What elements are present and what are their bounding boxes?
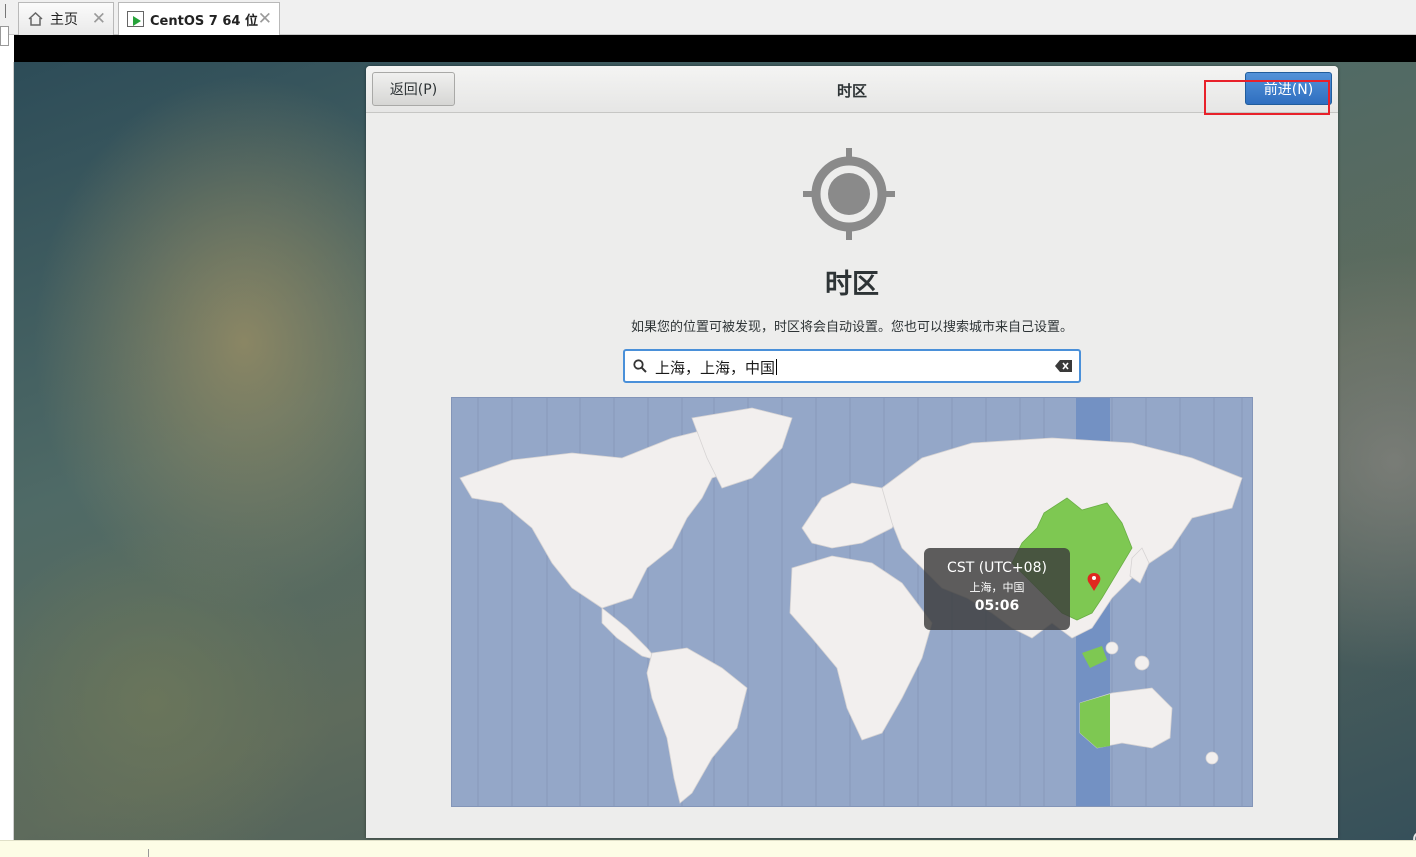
left-panel-edge: [0, 62, 14, 840]
clear-input-icon[interactable]: [1055, 359, 1073, 373]
world-map-graphic: [459, 398, 1243, 806]
location-target-icon: [803, 148, 895, 240]
search-icon: [633, 359, 647, 373]
page-heading: 时区: [825, 269, 879, 300]
close-icon[interactable]: ✕: [258, 9, 272, 29]
tab-home[interactable]: 主页 ✕: [18, 2, 114, 35]
tooltip-time: 05:06: [974, 598, 1020, 614]
sidebar-toggle[interactable]: [0, 0, 12, 50]
tooltip-city: 上海，中国: [969, 581, 1025, 594]
tab-vm-label: CentOS 7 64 位: [150, 13, 258, 29]
vm-black-bar: [14, 35, 1416, 62]
installer-window: 返回(P) 时区 前进(N) 时区 如果您的位置可被发现，时区将会自动设置。您也…: [366, 66, 1338, 838]
annotation-highlight-box: [1204, 80, 1330, 115]
vm-icon: [127, 11, 144, 27]
page-description: 如果您的位置可被发现，时区将会自动设置。您也可以搜索城市来自己设置。: [630, 320, 1073, 335]
close-icon[interactable]: ✕: [92, 9, 106, 29]
installer-header: 返回(P) 时区 前进(N): [366, 66, 1338, 113]
home-icon: [28, 11, 43, 26]
timezone-map[interactable]: CST (UTC+08) 上海，中国 05:06: [451, 397, 1253, 807]
vm-status-bar: [0, 840, 1416, 857]
search-value: 上海，上海，中国: [655, 359, 778, 377]
timezone-tooltip: CST (UTC+08) 上海，中国 05:06: [924, 548, 1070, 630]
tab-home-label: 主页: [50, 12, 78, 28]
city-search-input[interactable]: 上海，上海，中国: [623, 349, 1081, 383]
tab-centos-vm[interactable]: CentOS 7 64 位 ✕: [118, 2, 280, 35]
tooltip-zone: CST (UTC+08): [947, 560, 1047, 576]
window-title: 时区: [836, 82, 867, 100]
vm-tab-strip: 主页 ✕ CentOS 7 64 位 ✕: [0, 0, 1416, 46]
